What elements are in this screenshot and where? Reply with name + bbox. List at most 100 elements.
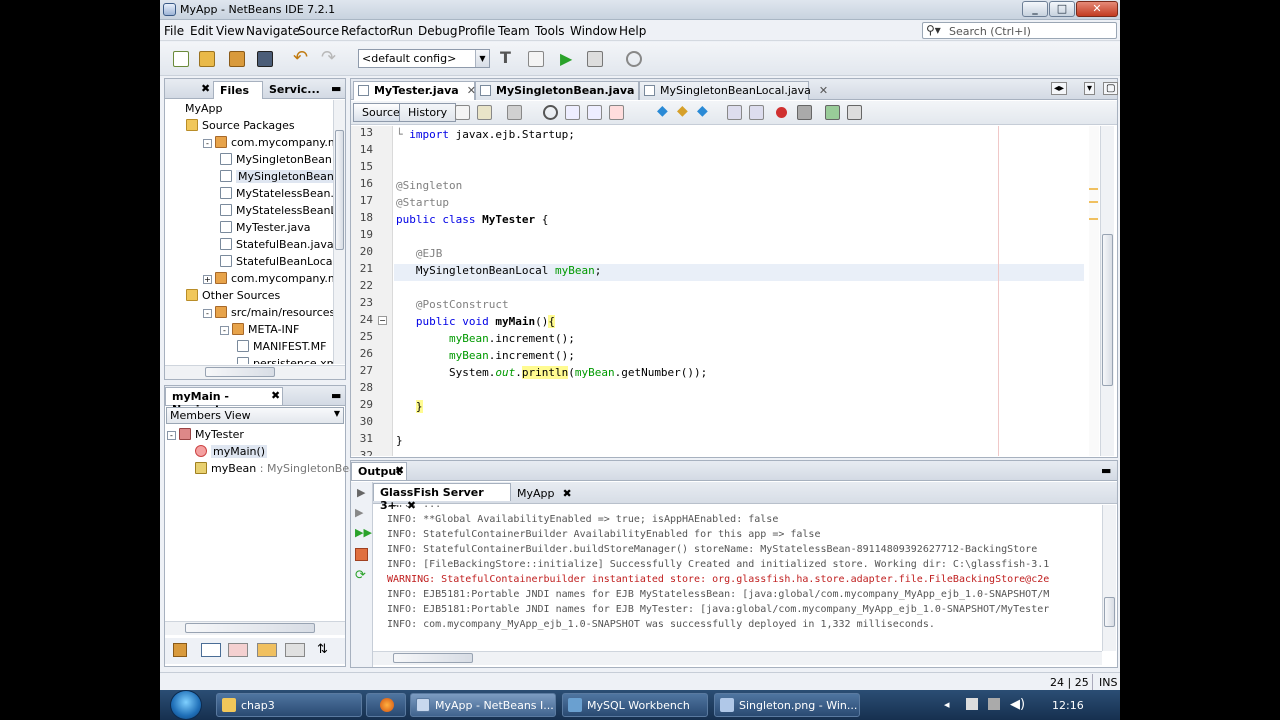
minimize-pane-icon[interactable]: ▬ [331, 389, 341, 402]
debug-button[interactable] [584, 48, 606, 70]
scroll-thumb[interactable] [335, 130, 344, 250]
navigator-method-item[interactable]: myMain() [195, 443, 268, 460]
config-select[interactable]: <default config> ▼ [358, 49, 490, 68]
comment-icon[interactable] [825, 105, 840, 120]
maximize-pane-icon[interactable]: ▢ [1103, 82, 1119, 95]
project-tree-item[interactable]: - src/main/resources [203, 304, 333, 321]
minimize-pane-icon[interactable]: ▬ [1101, 464, 1111, 477]
menu-source[interactable]: Source [298, 24, 339, 38]
new-file-button[interactable] [170, 48, 192, 70]
shift-right-icon[interactable] [749, 105, 764, 120]
navigator-class-item[interactable]: - MyTester [167, 426, 244, 443]
filter-icon[interactable] [257, 643, 277, 657]
menu-team[interactable]: Team [498, 24, 530, 38]
back-icon[interactable] [477, 105, 492, 120]
filter-icon[interactable] [173, 643, 187, 657]
output-horizontal-scrollbar[interactable] [373, 651, 1102, 665]
output-vertical-scrollbar[interactable] [1102, 505, 1116, 651]
scroll-thumb[interactable] [185, 623, 315, 633]
projects-vertical-scrollbar[interactable] [333, 100, 345, 364]
chevron-down-icon[interactable]: ▾ [1084, 82, 1096, 95]
find-next-icon[interactable] [587, 105, 602, 120]
tray-expand-icon[interactable]: ◂ [944, 698, 950, 711]
collapse-icon[interactable]: - [167, 431, 176, 440]
project-tree-item[interactable]: + com.mycompany.myapp.er [203, 270, 333, 287]
project-tree-item[interactable]: persistence.xml [237, 355, 333, 364]
menu-help[interactable]: Help [619, 24, 646, 38]
navigator-horizontal-scrollbar[interactable] [165, 621, 345, 635]
tab-myapp[interactable]: MyApp ✖ [511, 485, 572, 503]
navigator-view-select[interactable]: Members View ▼ [166, 407, 344, 424]
navigator-field-item[interactable]: myBean : MySingletonBeanLo [195, 460, 376, 477]
menu-file[interactable]: File [164, 24, 184, 38]
project-tree-item[interactable]: MyApp [169, 100, 223, 117]
taskbar-item-netbeans[interactable]: MyApp - NetBeans I... [410, 693, 556, 717]
network-icon[interactable] [988, 698, 1000, 710]
project-tree-item[interactable]: MyTester.java [220, 219, 311, 236]
tab-services[interactable]: Servic... [263, 81, 325, 99]
tab-navigator[interactable]: myMain - Navigator [165, 387, 283, 416]
rerun-icon[interactable]: ▶ [357, 486, 365, 499]
last-edit-icon[interactable] [455, 105, 470, 120]
menu-navigate[interactable]: Navigate [246, 24, 300, 38]
menu-edit[interactable]: Edit [190, 24, 213, 38]
start-button[interactable] [170, 690, 202, 720]
find-icon[interactable] [543, 105, 558, 120]
clean-build-button[interactable] [525, 48, 547, 70]
taskbar-item-chap3[interactable]: chap3 [216, 693, 362, 717]
projects-horizontal-scrollbar[interactable] [165, 365, 345, 379]
editor-tab-mysingletonbean[interactable]: MySingletonBean.java✕ [475, 81, 652, 100]
project-tree-item[interactable]: StatefulBeanLocal.java [220, 253, 333, 270]
minimize-pane-icon[interactable]: ▬ [331, 82, 341, 95]
project-tree-item[interactable]: Source Packages [186, 117, 295, 134]
close-icon[interactable]: ✕ [819, 84, 828, 97]
collapse-icon[interactable]: - [203, 139, 212, 148]
search-input[interactable]: ⚲▾ Search (Ctrl+I) [922, 22, 1117, 39]
close-button[interactable]: ✕ [1076, 1, 1118, 17]
forward-icon[interactable] [507, 105, 522, 120]
project-tree-item[interactable]: MANIFEST.MF [237, 338, 326, 355]
project-tree-item[interactable]: MyStatelessBean.java [220, 185, 333, 202]
mark-icon[interactable] [1089, 218, 1098, 220]
output-log[interactable]: INFO: ... INFO: **Global AvailabilityEna… [385, 505, 1101, 651]
project-tree-item[interactable]: - META-INF [220, 321, 299, 338]
new-project-button[interactable] [196, 48, 218, 70]
find-previous-icon[interactable] [565, 105, 580, 120]
project-tree-item[interactable]: MySingletonBeanLocal. [220, 168, 333, 185]
menu-refactor[interactable]: Refactor [341, 24, 391, 38]
profile-button[interactable] [623, 48, 645, 70]
scroll-thumb[interactable] [1104, 597, 1115, 627]
collapse-icon[interactable]: - [220, 326, 229, 335]
run-button[interactable]: ▶ [557, 48, 579, 70]
fold-icon[interactable]: − [378, 316, 387, 325]
minimize-button[interactable]: _ [1022, 1, 1048, 17]
history-view-button[interactable]: History [399, 103, 457, 122]
next-bookmark-icon[interactable]: ◆ [677, 104, 692, 120]
tab-files[interactable]: Files [213, 81, 263, 99]
tabs-scroll-icon[interactable]: ◂▸ [1051, 82, 1068, 95]
taskbar-item-singleton[interactable]: Singleton.png - Win... [714, 693, 860, 717]
run-icon[interactable]: ▶▶ [355, 526, 372, 539]
taskbar-item-mysql[interactable]: MySQL Workbench [562, 693, 708, 717]
project-tree-item[interactable]: MyStatelessBeanLocal. [220, 202, 333, 219]
toggle-highlight-icon[interactable] [609, 105, 624, 120]
project-tree-item[interactable]: MySingletonBean.java [220, 151, 333, 168]
save-all-button[interactable] [254, 48, 276, 70]
stop-icon[interactable] [355, 548, 368, 561]
open-project-button[interactable] [226, 48, 248, 70]
scroll-thumb[interactable] [205, 367, 275, 377]
sort-icon[interactable]: ⇅ [317, 642, 328, 657]
menu-tools[interactable]: Tools [535, 24, 565, 38]
scroll-thumb[interactable] [393, 653, 473, 663]
close-icon[interactable]: ✖ [563, 487, 572, 500]
filter-icon[interactable] [201, 643, 221, 657]
undo-button[interactable]: ↶ [290, 48, 312, 70]
tray-icon[interactable] [966, 698, 978, 710]
code-area[interactable]: └ import javax.ejb.Startup; @Singleton @St… [396, 126, 1086, 456]
close-icon[interactable]: ✖ [395, 464, 404, 477]
filter-icon[interactable] [228, 643, 248, 657]
refresh-icon[interactable]: ⟳ [355, 568, 366, 583]
previous-bookmark-icon[interactable]: ◆ [657, 104, 672, 120]
rerun-with-args-icon[interactable]: ▶ [355, 506, 363, 519]
start-macro-icon[interactable] [776, 107, 787, 118]
